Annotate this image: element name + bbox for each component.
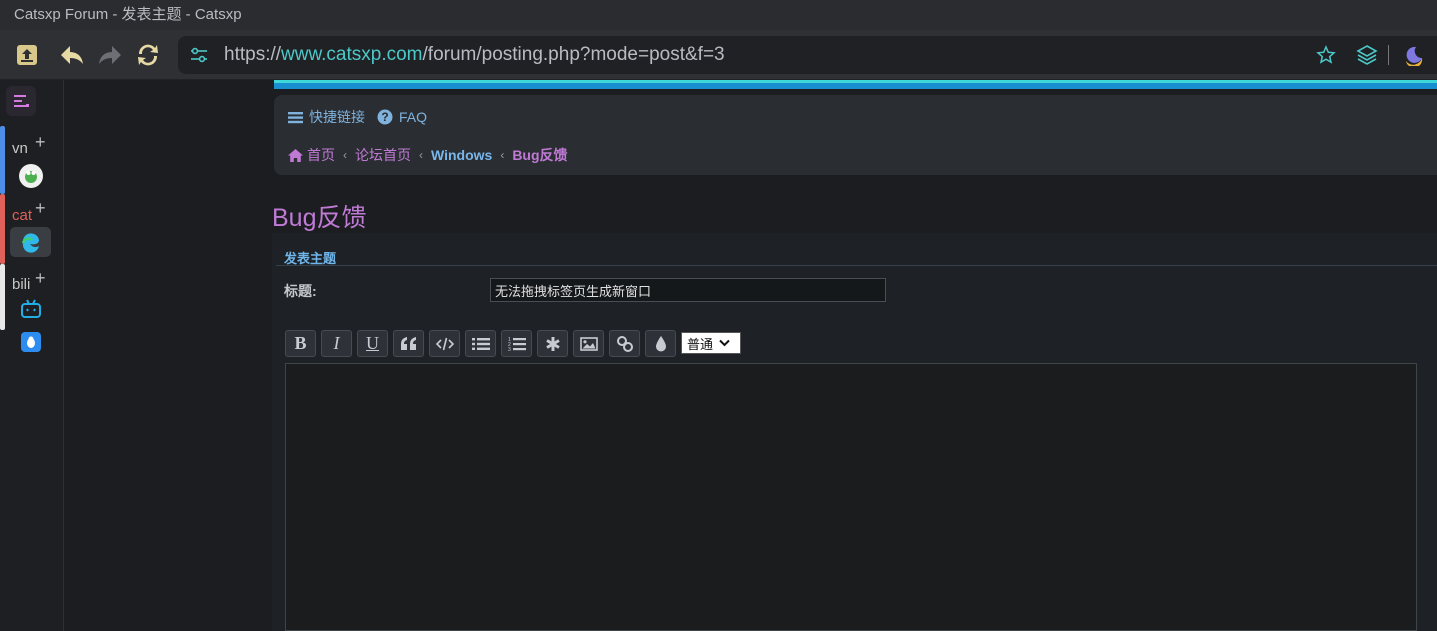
quote-button[interactable] — [393, 330, 424, 357]
ordered-list-icon: 123 — [508, 337, 526, 352]
wallet-layers-icon[interactable] — [1356, 44, 1378, 71]
underline-button[interactable]: U — [357, 330, 388, 357]
quote-icon — [400, 336, 416, 350]
tab-group-color-bar — [0, 126, 5, 194]
chevron-down-icon — [719, 339, 730, 347]
page-content: 快捷链接 ? FAQ 首页 ‹ 论坛首页 ‹ Windows ‹ Bug反馈 B… — [64, 80, 1437, 631]
subject-input[interactable] — [490, 278, 886, 302]
dark-mode-moon-icon[interactable] — [1402, 44, 1424, 71]
link-icon — [616, 335, 633, 352]
breadcrumb-separator-icon: ‹ — [419, 148, 423, 162]
code-button[interactable] — [429, 330, 460, 357]
tab-group-color-bar — [0, 264, 5, 330]
forward-arrow-icon[interactable] — [95, 40, 125, 70]
list-item-button[interactable] — [537, 330, 568, 357]
tab-favicon-bilibili[interactable] — [19, 297, 43, 321]
breadcrumb-separator-icon: ‹ — [343, 148, 347, 162]
url-scheme: https:// — [224, 44, 282, 65]
ink-drop-icon — [655, 335, 666, 351]
page-title[interactable]: Bug反馈 — [272, 198, 366, 234]
add-tab-icon[interactable]: + — [35, 199, 46, 217]
breadcrumb-forum-index[interactable]: 论坛首页 — [355, 145, 411, 165]
share-page-icon[interactable] — [12, 40, 42, 70]
browser-toolbar: https://www.catsxp.com/forum/posting.php… — [0, 30, 1437, 80]
tab-favicon-edge[interactable] — [19, 230, 43, 254]
header-accent-strip — [274, 80, 1437, 89]
toolbar-divider — [1388, 45, 1389, 65]
subject-label: 标题: — [284, 283, 317, 299]
breadcrumb-windows[interactable]: Windows — [431, 147, 492, 163]
url-text[interactable]: https://www.catsxp.com/forum/posting.php… — [224, 36, 725, 74]
image-icon — [579, 336, 598, 351]
message-textarea[interactable] — [285, 363, 1417, 631]
window-title: Catsxp Forum - 发表主题 - Catsxp — [0, 0, 1437, 30]
bookmark-star-icon[interactable] — [1316, 45, 1336, 70]
vertical-tabs-sidebar: vn + cat + bili + — [0, 80, 64, 631]
url-path: /forum/posting.php?mode=post&f=3 — [422, 44, 725, 65]
link-button[interactable] — [609, 330, 640, 357]
tab-favicon-penguin[interactable] — [21, 332, 41, 352]
asterisk-icon — [545, 336, 560, 351]
quicklinks-bar: 快捷链接 ? FAQ — [288, 107, 427, 127]
add-tab-icon[interactable]: + — [35, 269, 46, 287]
italic-button[interactable]: I — [321, 330, 352, 357]
font-size-select[interactable]: 普通 — [681, 332, 741, 354]
faq-link[interactable]: FAQ — [399, 109, 427, 125]
site-settings-icon[interactable] — [190, 47, 208, 68]
tab-group-color-bar — [0, 194, 5, 264]
bold-button[interactable]: B — [285, 330, 316, 357]
forum-navbar: 快捷链接 ? FAQ 首页 ‹ 论坛首页 ‹ Windows ‹ Bug反馈 — [274, 95, 1437, 175]
breadcrumb-home[interactable]: 首页 — [307, 145, 335, 165]
home-icon — [288, 148, 303, 162]
breadcrumb-separator-icon: ‹ — [500, 148, 505, 162]
help-question-icon: ? — [377, 109, 393, 125]
svg-text:?: ? — [381, 110, 388, 124]
font-size-select-value: 普通 — [687, 336, 714, 352]
add-tab-icon[interactable]: + — [35, 133, 46, 151]
divider — [276, 265, 1437, 266]
svg-text:3: 3 — [508, 347, 511, 352]
bbcode-toolbar: B I U 123 普通 — [285, 330, 741, 357]
hamburger-menu-icon[interactable] — [288, 111, 303, 124]
tab-favicon-frog[interactable] — [19, 164, 43, 188]
breadcrumb-bug-report[interactable]: Bug反馈 — [512, 145, 567, 165]
code-icon — [435, 337, 454, 350]
post-form-panel: 发表主题 标题: B I U 123 — [272, 233, 1437, 631]
list-icon — [471, 337, 490, 350]
bullet-list-button[interactable] — [465, 330, 496, 357]
address-bar[interactable]: https://www.catsxp.com/forum/posting.php… — [178, 36, 1437, 74]
image-button[interactable] — [573, 330, 604, 357]
color-button[interactable] — [645, 330, 676, 357]
back-arrow-icon[interactable] — [57, 40, 87, 70]
sidebar-menu-icon[interactable] — [6, 86, 36, 116]
numbered-list-button[interactable]: 123 — [501, 330, 532, 357]
quicklinks-link[interactable]: 快捷链接 — [309, 107, 365, 127]
reload-icon[interactable] — [133, 40, 163, 70]
breadcrumb: 首页 ‹ 论坛首页 ‹ Windows ‹ Bug反馈 — [288, 145, 568, 165]
url-host: www.catsxp.com — [281, 44, 423, 65]
